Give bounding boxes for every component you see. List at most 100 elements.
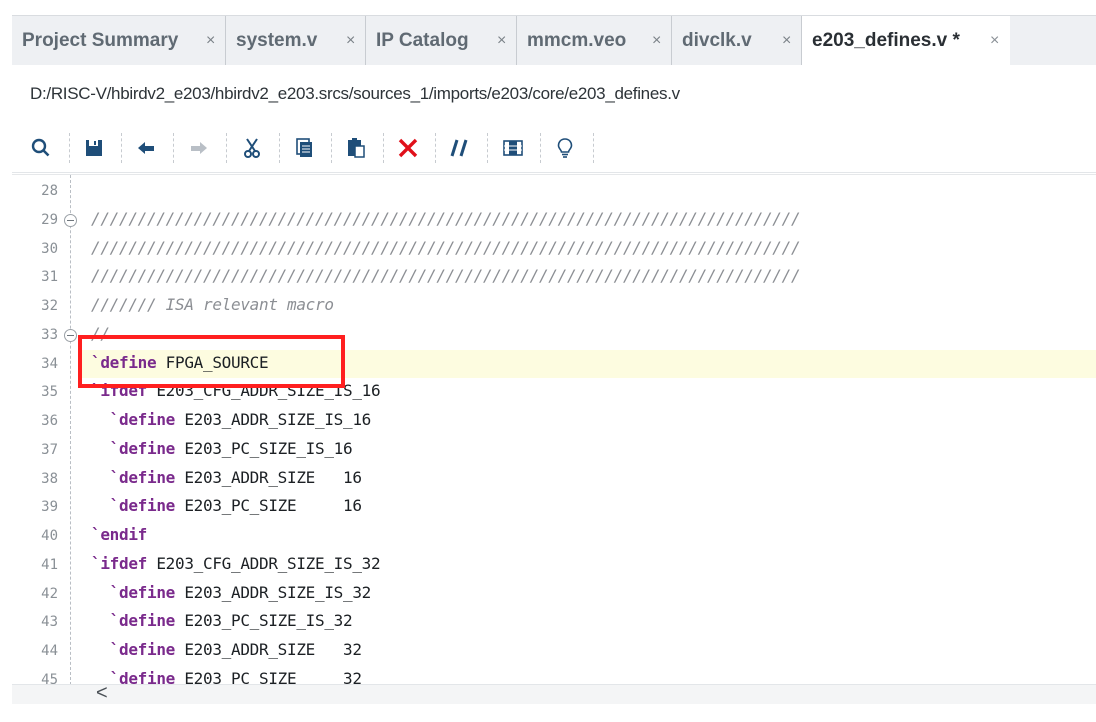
fold-collapse-icon[interactable] — [64, 213, 77, 227]
code-text: `define E203_PC_SIZE_IS_16 — [91, 438, 353, 458]
code-comment: /////// ISA relevant macro — [91, 295, 334, 314]
code-text: `define E203_ADDR_SIZE_IS_16 — [91, 410, 372, 429]
redo-icon[interactable] — [184, 133, 214, 163]
horizontal-scrollbar[interactable]: < — [12, 682, 1096, 705]
copy-icon[interactable] — [289, 133, 319, 163]
highlight-annotation-box — [78, 335, 345, 388]
line-number: 40 — [41, 528, 58, 544]
tab-divclk-v[interactable]: divclk.v × — [672, 16, 802, 66]
line-number: 41 — [41, 556, 58, 573]
line-number: 43 — [41, 614, 58, 631]
code-text: `define E203_ADDR_SIZE 32 — [91, 640, 362, 659]
identifier: E203_ADDR_SIZE 32 — [175, 640, 362, 659]
save-icon[interactable] — [79, 133, 109, 163]
identifier: E203_ADDR_SIZE_IS_32 — [175, 582, 371, 602]
toolbar-separator — [540, 133, 541, 163]
line-number: 45 — [41, 671, 58, 684]
code-line[interactable]: 39 `define E203_PC_SIZE 16 — [12, 493, 1096, 522]
toolbar-separator — [226, 133, 227, 163]
code-line[interactable]: 42 `define E203_ADDR_SIZE_IS_32 — [12, 580, 1096, 609]
line-number: 28 — [41, 183, 58, 199]
toolbar-separator — [69, 133, 70, 163]
identifier: E203_PC_SIZE 32 — [175, 668, 362, 684]
code-line[interactable]: 41 `ifdef E203_CFG_ADDR_SIZE_IS_32 — [12, 551, 1096, 580]
toolbar-separator — [593, 133, 594, 163]
toolbar-separator — [331, 133, 332, 163]
identifier: E203_PC_SIZE_IS_16 — [175, 438, 353, 458]
code-line[interactable]: 36 `define E203_ADDR_SIZE_IS_16 — [12, 407, 1096, 436]
code-line[interactable]: 30 /////////////////////////////////////… — [12, 235, 1096, 264]
close-icon[interactable]: × — [652, 33, 661, 49]
tab-label: IP Catalog — [376, 30, 469, 51]
identifier: E203_ADDR_SIZE_IS_16 — [175, 410, 371, 429]
identifier: E203_CFG_ADDR_SIZE_IS_32 — [147, 553, 381, 573]
code-editor[interactable]: 28 29 //////////////////////////////////… — [12, 174, 1096, 684]
code-line[interactable]: 32 /////// ISA relevant macro — [12, 292, 1096, 321]
tab-label: Project Summary — [22, 30, 179, 51]
editor-toolbar — [12, 123, 1096, 173]
block-select-icon[interactable] — [498, 133, 528, 163]
undo-icon[interactable] — [131, 133, 161, 163]
identifier: E203_PC_SIZE_IS_32 — [175, 611, 353, 631]
tab-system-v[interactable]: system.v × — [226, 16, 366, 66]
code-text: `define E203_PC_SIZE 32 — [91, 669, 362, 684]
identifier: E203_ADDR_SIZE 16 — [175, 467, 362, 487]
keyword: `define — [91, 438, 176, 458]
line-number: 39 — [41, 499, 58, 516]
code-text: `endif — [91, 525, 147, 544]
close-icon[interactable]: × — [497, 33, 506, 49]
fold-collapse-icon[interactable] — [64, 328, 77, 342]
comment-icon[interactable] — [445, 133, 475, 163]
keyword: `define — [91, 496, 176, 516]
delete-icon[interactable] — [393, 133, 423, 163]
code-line[interactable]: 37 `define E203_PC_SIZE_IS_16 — [12, 436, 1096, 465]
close-icon[interactable]: × — [346, 33, 355, 49]
search-icon[interactable] — [26, 133, 56, 163]
line-number: 32 — [41, 298, 58, 314]
code-comment: ////////////////////////////////////////… — [91, 237, 801, 257]
code-line[interactable]: 38 `define E203_ADDR_SIZE 16 — [12, 465, 1096, 494]
line-number: 36 — [41, 413, 58, 429]
keyword: `endif — [91, 525, 147, 544]
tab-ip-catalog[interactable]: IP Catalog × — [366, 16, 517, 66]
toolbar-separator — [435, 133, 436, 163]
line-number: 37 — [41, 441, 58, 458]
code-line[interactable]: 45 `define E203_PC_SIZE 32 — [12, 666, 1096, 684]
code-line[interactable]: 43 `define E203_PC_SIZE_IS_32 — [12, 608, 1096, 637]
code-line[interactable]: 44 `define E203_ADDR_SIZE 32 — [12, 637, 1096, 666]
code-text: `define E203_PC_SIZE 16 — [91, 496, 362, 515]
code-comment: ////////////////////////////////////////… — [91, 208, 801, 228]
line-number: 31 — [41, 269, 58, 286]
code-line[interactable]: 31 /////////////////////////////////////… — [12, 263, 1096, 292]
toolbar-separator — [173, 133, 174, 163]
close-icon[interactable]: × — [990, 33, 999, 49]
toolbar-separator — [487, 133, 488, 163]
cut-icon[interactable] — [237, 133, 267, 163]
toolbar-separator — [383, 133, 384, 163]
code-text: `define E203_ADDR_SIZE 16 — [91, 468, 362, 487]
code-line[interactable]: 29 /////////////////////////////////////… — [12, 206, 1096, 235]
tab-label: e203_defines.v * — [812, 30, 960, 51]
code-text: `define E203_ADDR_SIZE_IS_32 — [91, 582, 372, 602]
tab-label: divclk.v — [682, 30, 752, 51]
code-text: `ifdef E203_CFG_ADDR_SIZE_IS_32 — [91, 553, 381, 573]
scroll-left-icon[interactable]: < — [96, 682, 108, 705]
lightbulb-icon[interactable] — [550, 133, 580, 163]
paste-icon[interactable] — [341, 133, 371, 163]
tab-label: system.v — [236, 30, 318, 51]
code-line[interactable]: 28 — [12, 177, 1096, 206]
keyword: `define — [91, 640, 176, 659]
tab-e203-defines-v[interactable]: e203_defines.v * × — [802, 16, 1010, 66]
keyword: `define — [91, 582, 176, 602]
line-number: 33 — [41, 326, 58, 343]
tab-label: mmcm.veo — [527, 30, 627, 51]
close-icon[interactable]: × — [782, 33, 791, 49]
code-text: `define E203_PC_SIZE_IS_32 — [91, 611, 353, 631]
line-number: 29 — [41, 211, 58, 228]
line-number: 42 — [41, 585, 58, 602]
code-line[interactable]: 40 `endif — [12, 522, 1096, 551]
keyword: `define — [91, 467, 176, 487]
tab-project-summary[interactable]: Project Summary × — [12, 16, 226, 66]
close-icon[interactable]: × — [206, 33, 215, 49]
tab-mmcm-veo[interactable]: mmcm.veo × — [517, 16, 672, 66]
